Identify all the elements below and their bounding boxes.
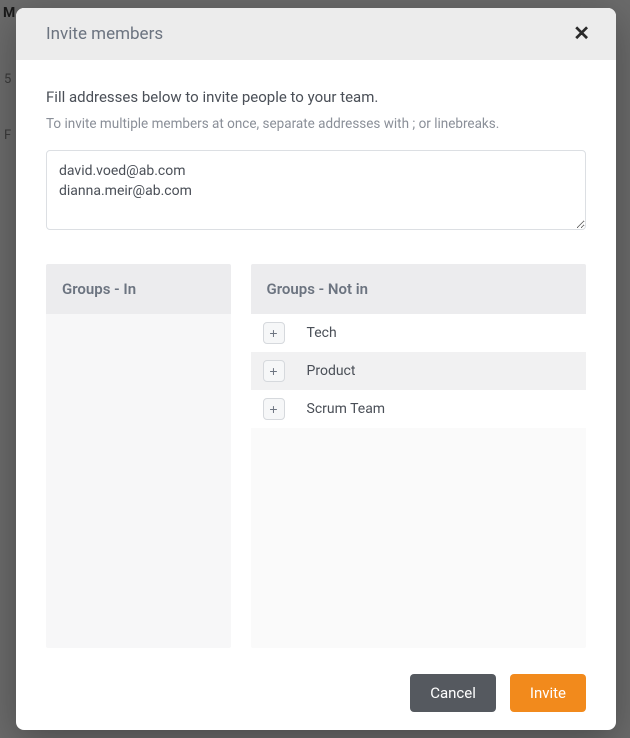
plus-icon: + — [269, 402, 277, 416]
modal-header: Invite members ✕ — [16, 8, 616, 60]
subinstruction-text: To invite multiple members at once, sepa… — [46, 116, 586, 132]
groups-not-in-body: + Tech + Product + Scrum Team — [251, 314, 586, 648]
backdrop-label: 5 — [4, 72, 11, 87]
modal-body: Fill addresses below to invite people to… — [16, 60, 616, 658]
group-item-label: Product — [307, 363, 356, 379]
modal-title: Invite members — [46, 24, 163, 44]
modal-footer: Cancel Invite — [16, 658, 616, 730]
group-item: + Product — [251, 352, 586, 390]
plus-icon: + — [269, 326, 277, 340]
groups-not-in-header: Groups - Not in — [251, 264, 586, 314]
instruction-text: Fill addresses below to invite people to… — [46, 88, 586, 106]
group-item-label: Scrum Team — [307, 401, 386, 417]
plus-icon: + — [269, 364, 277, 378]
groups-in-header: Groups - In — [46, 264, 231, 314]
groups-in-body — [46, 314, 231, 648]
invite-button[interactable]: Invite — [510, 674, 586, 712]
groups-row: Groups - In Groups - Not in + Tech + Produc… — [46, 264, 586, 648]
add-group-button[interactable]: + — [263, 322, 285, 344]
groups-not-in-panel: Groups - Not in + Tech + Product + Scrum Team — [251, 264, 586, 648]
backdrop-label: M — [3, 5, 15, 21]
close-button[interactable]: ✕ — [569, 24, 594, 44]
close-icon: ✕ — [573, 23, 590, 45]
add-group-button[interactable]: + — [263, 360, 285, 382]
invite-members-modal: Invite members ✕ Fill addresses below to… — [16, 8, 616, 730]
group-item: + Tech — [251, 314, 586, 352]
add-group-button[interactable]: + — [263, 398, 285, 420]
group-item: + Scrum Team — [251, 390, 586, 428]
groups-in-panel: Groups - In — [46, 264, 231, 648]
addresses-input[interactable] — [46, 150, 586, 230]
backdrop-label: F — [4, 128, 11, 143]
cancel-button[interactable]: Cancel — [410, 674, 496, 712]
group-item-label: Tech — [307, 325, 337, 341]
